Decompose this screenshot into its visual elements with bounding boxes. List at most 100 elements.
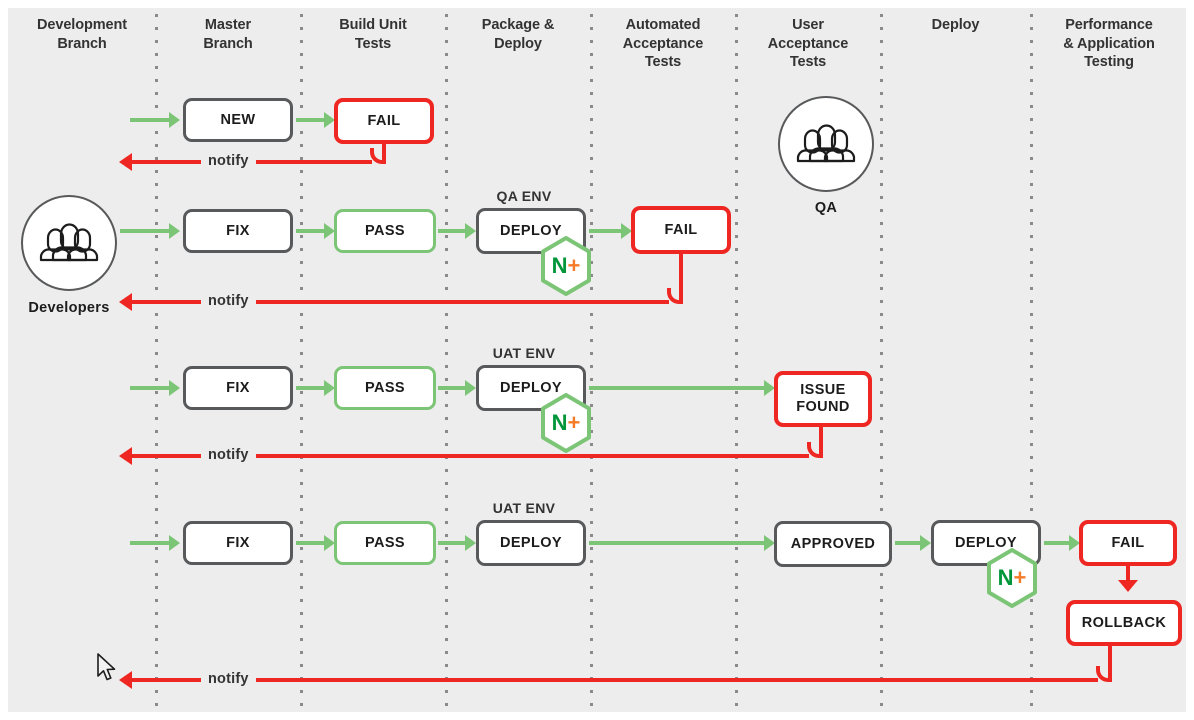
column-header-user-acceptance-tests: User Acceptance Tests (767, 17, 849, 71)
node-label: DEPLOY (499, 534, 563, 551)
node-label: PASS (364, 222, 405, 239)
nginx-plus-letter: N (997, 565, 1014, 590)
row4-deploy-to-approved-line (589, 541, 767, 545)
nginx-plus-text: N + (539, 393, 593, 453)
row4-fail-to-rollback-arrowhead (1118, 580, 1138, 592)
column-divider-5 (735, 14, 738, 708)
env-label-qa-env-row2: QA ENV (496, 188, 552, 204)
row2-inflow-line (120, 229, 172, 233)
row3-pass-to-deploy-arrowhead (465, 380, 476, 396)
row4-inflow-line (130, 541, 172, 545)
row4-deploy2-to-fail-line (1044, 541, 1072, 545)
row4-pass-to-deploy-line (438, 541, 468, 545)
row4-notify-line (131, 678, 1098, 682)
row2-pass-to-deploy-arrowhead (465, 223, 476, 239)
column-header-deploy: Deploy (931, 17, 980, 33)
row4-approved-to-deploy2-line (895, 541, 923, 545)
column-header-development-branch: Development Branch (37, 17, 127, 52)
row4-approved-to-deploy2-arrowhead (920, 535, 931, 551)
node-r2-fix[interactable]: FIX (183, 209, 293, 253)
node-label: ROLLBACK (1081, 614, 1167, 631)
nginx-plus-letter: N (551, 410, 568, 435)
node-r1-fail[interactable]: FAIL (334, 98, 434, 144)
column-divider-3 (445, 14, 448, 708)
row1-notify-arrowhead (119, 153, 132, 171)
row4-notify-elbow (1096, 666, 1112, 682)
node-r3-issue-found[interactable]: ISSUE FOUND (774, 371, 872, 427)
nginx-plus-sign: + (567, 410, 581, 435)
row2-inflow-arrowhead (169, 223, 180, 239)
mouse-cursor (96, 653, 118, 690)
node-r3-fix[interactable]: FIX (183, 366, 293, 410)
row2-pass-to-deploy-line (438, 229, 468, 233)
cursor-arrow-icon (97, 653, 116, 681)
column-header-package-deploy: Package & Deploy (481, 17, 555, 52)
node-r4-fix[interactable]: FIX (183, 521, 293, 565)
env-label-uat-env-row4: UAT ENV (492, 500, 556, 516)
nginx-plus-sign: + (1013, 565, 1027, 590)
row1-inflow-arrowhead (169, 112, 180, 128)
row4-fix-to-pass-line (296, 541, 327, 545)
nginx-plus-text: N + (985, 548, 1039, 608)
row3-notify-arrowhead (119, 447, 132, 465)
node-r4-deploy[interactable]: DEPLOY (476, 520, 586, 566)
node-r4-pass[interactable]: PASS (334, 521, 436, 565)
diagram-canvas: Development Branch Master Branch Build U… (8, 8, 1186, 712)
node-label: NEW (220, 111, 256, 128)
nginx-plus-badge-row2: N + (539, 236, 593, 296)
column-header-master-branch: Master Branch (203, 17, 253, 52)
notify-label-row1: notify (201, 154, 256, 169)
row3-pass-to-deploy-line (438, 386, 468, 390)
row3-notify-elbow (807, 442, 823, 458)
row3-fix-to-pass-line (296, 386, 327, 390)
notify-label-row2: notify (201, 294, 256, 309)
node-r1-new[interactable]: NEW (183, 98, 293, 142)
node-label: FAIL (664, 221, 698, 238)
nginx-plus-text: N + (539, 236, 593, 296)
developers-avatar (21, 195, 117, 291)
notify-label-row3: notify (201, 448, 256, 463)
developers-caption: Developers (28, 300, 110, 316)
node-r2-pass[interactable]: PASS (334, 209, 436, 253)
qa-avatar (778, 96, 874, 192)
column-header-build-unit-tests: Build Unit Tests (339, 17, 407, 52)
row1-inflow-line (130, 118, 172, 122)
row1-notify-elbow (370, 148, 386, 164)
node-r3-pass[interactable]: PASS (334, 366, 436, 410)
row2-fix-to-pass-line (296, 229, 327, 233)
qa-caption: QA (814, 200, 838, 216)
people-icon (39, 223, 99, 262)
diagram-stage: Development Branch Master Branch Build U… (0, 0, 1194, 720)
node-label: FAIL (367, 112, 401, 129)
node-label: FIX (226, 379, 250, 396)
row1-new-to-fail-line (296, 118, 327, 122)
row4-pass-to-deploy-arrowhead (465, 535, 476, 551)
row4-notify-arrowhead (119, 671, 132, 689)
node-label: APPROVED (790, 535, 876, 552)
column-divider-4 (590, 14, 593, 708)
node-r2-fail[interactable]: FAIL (631, 206, 731, 254)
nginx-plus-badge-row4: N + (985, 548, 1039, 608)
row4-inflow-arrowhead (169, 535, 180, 551)
row3-inflow-arrowhead (169, 380, 180, 396)
env-label-uat-env-row3: UAT ENV (492, 345, 556, 361)
row3-inflow-line (130, 386, 172, 390)
column-header-automated-acceptance-tests: Automated Acceptance Tests (622, 17, 704, 71)
row2-notify-elbow (667, 288, 683, 304)
column-header-performance-application-testing: Performance & Application Testing (1063, 17, 1155, 71)
node-label: FAIL (1111, 534, 1145, 551)
node-label: PASS (364, 534, 405, 551)
column-divider-6 (880, 14, 883, 708)
node-r4-fail[interactable]: FAIL (1079, 520, 1177, 566)
nginx-plus-badge-row3: N + (539, 393, 593, 453)
node-label: PASS (364, 379, 405, 396)
node-r4-rollback[interactable]: ROLLBACK (1066, 600, 1182, 646)
row3-deploy-to-issue-line (589, 386, 767, 390)
node-label: FIX (226, 534, 250, 551)
node-label: ISSUE FOUND (796, 382, 850, 415)
node-r4-approved[interactable]: APPROVED (774, 521, 892, 567)
nginx-plus-sign: + (567, 253, 581, 278)
node-label: FIX (226, 222, 250, 239)
people-icon (796, 124, 856, 163)
nginx-plus-letter: N (551, 253, 568, 278)
